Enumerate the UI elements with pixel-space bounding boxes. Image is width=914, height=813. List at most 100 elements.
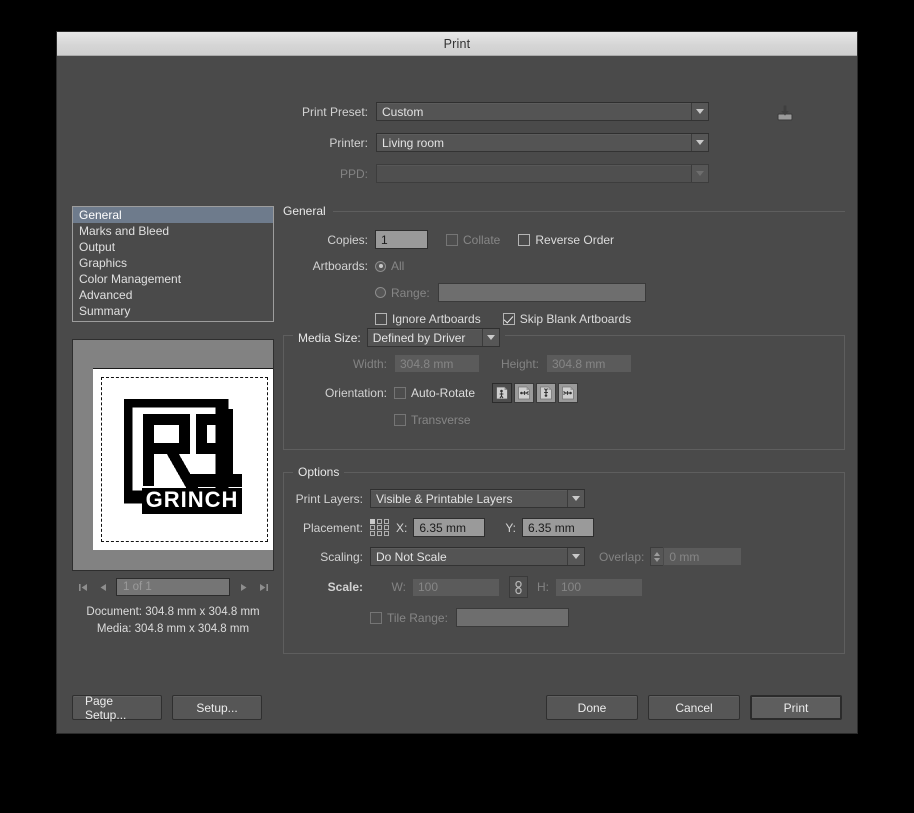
artboards-all-radio-row[interactable]: All bbox=[375, 259, 404, 273]
overlap-value: 0 mm bbox=[669, 549, 700, 564]
transverse-checkbox[interactable] bbox=[394, 414, 406, 426]
orientation-buttons[interactable] bbox=[492, 383, 579, 403]
placement-y-label: Y: bbox=[505, 520, 517, 535]
skip-blank-artboards-checkbox-row[interactable]: Skip Blank Artboards bbox=[502, 312, 632, 326]
reverse-order-checkbox-row[interactable]: Reverse Order bbox=[518, 233, 614, 247]
artboards-all-radio[interactable] bbox=[375, 260, 386, 272]
sidebar-item-marks-and-bleed[interactable]: Marks and Bleed bbox=[73, 223, 273, 239]
placement-x-input[interactable]: 6.35 mm bbox=[413, 518, 486, 537]
options-fields: Print Layers: Visible & Printable Layers… bbox=[284, 473, 844, 627]
portrait-up-icon[interactable] bbox=[492, 383, 513, 403]
preview-media-page: GRINCH bbox=[93, 368, 273, 550]
preview-artwork: GRINCH bbox=[119, 394, 244, 521]
page-setup-button[interactable]: Page Setup... bbox=[72, 694, 162, 722]
preview-page-nav[interactable]: 1 of 1 bbox=[72, 576, 274, 598]
save-to-disk-icon[interactable] bbox=[775, 103, 795, 123]
auto-rotate-checkbox-row[interactable]: Auto-Rotate bbox=[394, 386, 475, 400]
dialog-body: Print Preset: Custom Printer: Living roo… bbox=[57, 56, 857, 733]
copies-input[interactable]: 1 bbox=[375, 230, 428, 249]
collate-checkbox[interactable] bbox=[446, 233, 458, 246]
sidebar-item-color-management[interactable]: Color Management bbox=[73, 271, 273, 287]
previous-page-icon[interactable] bbox=[96, 580, 110, 594]
cancel-button[interactable]: Cancel bbox=[648, 695, 740, 720]
auto-rotate-checkbox[interactable] bbox=[394, 387, 406, 399]
document-size-value: 304.8 mm x 304.8 mm bbox=[145, 606, 260, 618]
scale-label: Scale: bbox=[327, 580, 363, 594]
footer-right-buttons: Done Cancel Print bbox=[546, 695, 842, 720]
placement-label: Placement: bbox=[302, 520, 363, 535]
copies-row: Copies: 1 Collate Reverse Order bbox=[283, 230, 845, 249]
artboards-range-input[interactable] bbox=[437, 283, 646, 302]
sidebar-item-graphics[interactable]: Graphics bbox=[73, 255, 273, 271]
last-page-icon[interactable] bbox=[256, 580, 270, 594]
chevron-down-icon[interactable] bbox=[691, 134, 708, 151]
orientation-row: Orientation: Auto-Rotate bbox=[284, 383, 844, 403]
media-size-row: Media: 304.8 mm x 304.8 mm bbox=[72, 621, 274, 638]
tile-range-checkbox[interactable] bbox=[370, 611, 382, 624]
tile-range-input bbox=[455, 608, 569, 627]
done-button[interactable]: Done bbox=[546, 695, 638, 720]
first-page-icon[interactable] bbox=[76, 580, 90, 594]
scale-w-value: 100 bbox=[418, 580, 439, 594]
placement-y-input[interactable]: 6.35 mm bbox=[522, 518, 595, 537]
artboards-range-radio-row[interactable]: Range: bbox=[375, 286, 430, 300]
copies-label: Copies: bbox=[327, 232, 368, 247]
scaling-select[interactable]: Do Not Scale bbox=[370, 547, 585, 566]
svg-text:GRINCH: GRINCH bbox=[145, 487, 238, 512]
sidebar-item-output[interactable]: Output bbox=[73, 239, 273, 255]
skip-blank-artboards-label: Skip Blank Artboards bbox=[519, 312, 632, 326]
transverse-label: Transverse bbox=[411, 413, 471, 427]
section-nav-list[interactable]: General Marks and Bleed Output Graphics … bbox=[72, 206, 274, 322]
ignore-artboards-checkbox[interactable] bbox=[375, 313, 387, 325]
window-titlebar[interactable]: Print bbox=[57, 32, 857, 56]
artboards-range-radio[interactable] bbox=[375, 287, 386, 298]
landscape-right-icon[interactable] bbox=[558, 383, 579, 403]
collate-label: Collate bbox=[463, 232, 501, 247]
sidebar-item-summary[interactable]: Summary bbox=[73, 303, 273, 319]
media-size-select[interactable]: Defined by Driver bbox=[366, 328, 500, 347]
collate-checkbox-row[interactable]: Collate bbox=[446, 233, 500, 247]
print-preset-label: Print Preset: bbox=[301, 104, 368, 119]
ppd-row: PPD: bbox=[57, 164, 769, 183]
skip-blank-artboards-checkbox[interactable] bbox=[502, 313, 515, 325]
setup-button[interactable]: Setup... bbox=[172, 695, 262, 720]
preview-document-info: Document: 304.8 mm x 304.8 mm Media: 304… bbox=[72, 604, 274, 638]
reverse-order-checkbox[interactable] bbox=[518, 233, 531, 246]
printer-select[interactable]: Living room bbox=[376, 133, 709, 152]
sidebar-item-general[interactable]: General bbox=[73, 207, 273, 223]
scale-w-label: W: bbox=[391, 580, 406, 594]
overlap-spinner-icon bbox=[650, 547, 664, 566]
tile-range-row: Tile Range: bbox=[284, 608, 844, 627]
scale-row: Scale: W: 100 H: 100 bbox=[284, 576, 844, 598]
auto-rotate-label: Auto-Rotate bbox=[411, 386, 476, 400]
print-layers-select[interactable]: Visible & Printable Layers bbox=[370, 489, 585, 508]
tile-range-label: Tile Range: bbox=[387, 610, 448, 625]
sidebar-item-advanced[interactable]: Advanced bbox=[73, 287, 273, 303]
chevron-down-icon bbox=[691, 165, 708, 182]
print-preset-value: Custom bbox=[382, 104, 424, 119]
artboards-range-label: Range: bbox=[391, 285, 430, 300]
next-page-icon[interactable] bbox=[236, 580, 250, 594]
scale-h-label: H: bbox=[537, 580, 549, 594]
ignore-artboards-checkbox-row[interactable]: Ignore Artboards bbox=[375, 312, 481, 326]
chevron-down-icon[interactable] bbox=[567, 548, 584, 565]
transverse-checkbox-row[interactable]: Transverse bbox=[394, 413, 471, 427]
media-dimensions-row: Width: 304.8 mm Height: 304.8 mm bbox=[284, 354, 844, 373]
page-indicator-field[interactable]: 1 of 1 bbox=[116, 578, 230, 596]
placement-anchor-grid-icon[interactable] bbox=[370, 519, 389, 536]
document-size-row: Document: 304.8 mm x 304.8 mm bbox=[72, 604, 274, 621]
chain-link-icon[interactable] bbox=[509, 576, 528, 598]
print-preset-select[interactable]: Custom bbox=[376, 102, 709, 121]
media-width-label: Width: bbox=[352, 356, 387, 371]
chevron-down-icon[interactable] bbox=[691, 103, 708, 120]
print-button[interactable]: Print bbox=[750, 695, 842, 720]
print-dialog: Print Print Preset: Custom Printer: Livi… bbox=[56, 31, 858, 734]
printer-row: Printer: Living room bbox=[57, 133, 769, 152]
chevron-down-icon[interactable] bbox=[481, 329, 499, 346]
media-size-value: 304.8 mm x 304.8 mm bbox=[134, 623, 250, 635]
portrait-down-icon[interactable] bbox=[536, 383, 557, 403]
print-preview[interactable]: GRINCH bbox=[72, 339, 274, 571]
chevron-down-icon[interactable] bbox=[567, 490, 584, 507]
tile-range-checkbox-row[interactable]: Tile Range: bbox=[370, 611, 448, 625]
landscape-left-icon[interactable] bbox=[514, 383, 535, 403]
